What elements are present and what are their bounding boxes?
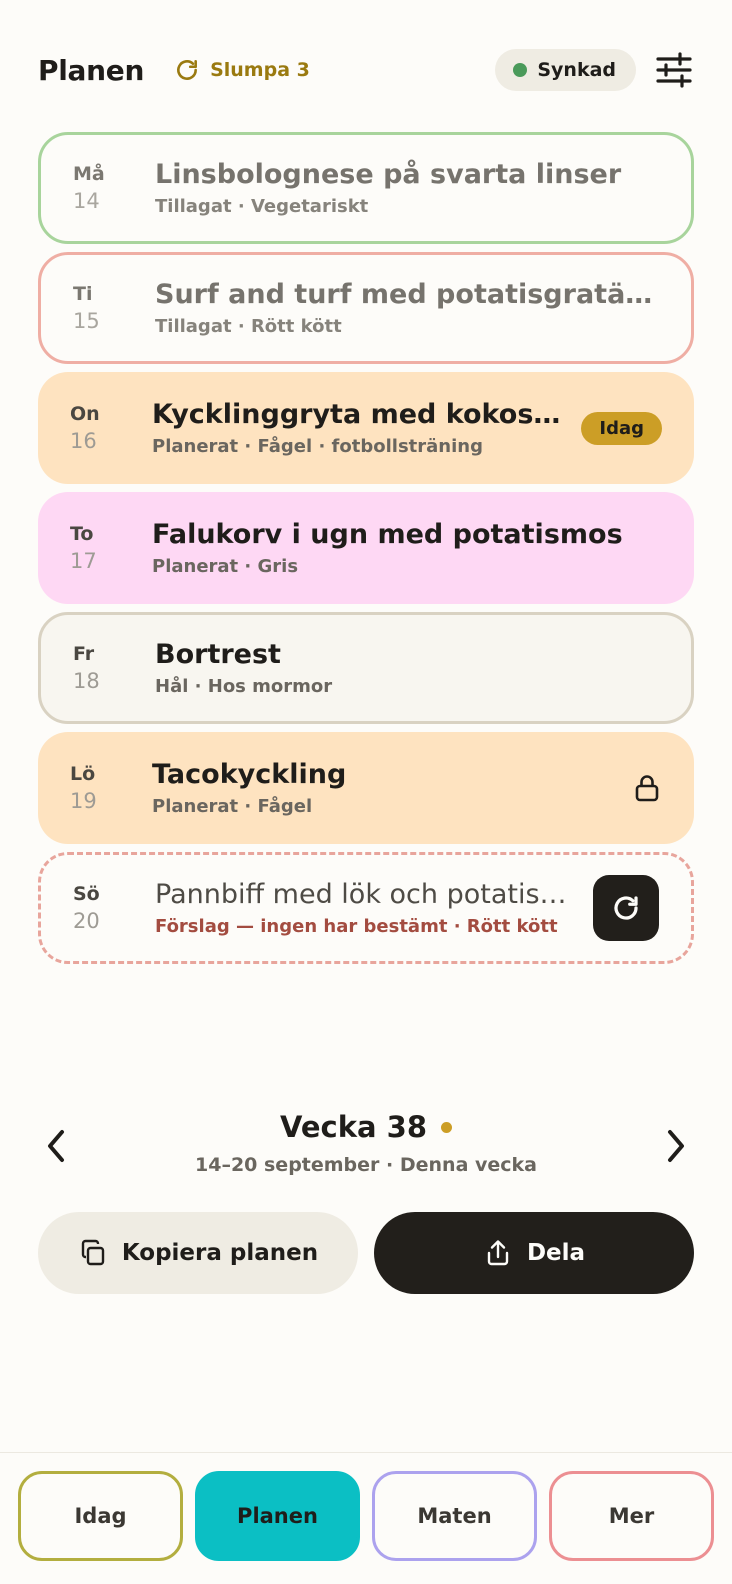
day-date: 20 [73, 909, 100, 933]
share-icon [487, 1240, 509, 1266]
day-row-thursday[interactable]: To 17 Falukorv i ugn med potatismos Plan… [38, 492, 694, 604]
bottom-tab-bar: Idag Planen Maten Mer [0, 1452, 732, 1584]
page-title: Planen [38, 53, 145, 87]
share-label: Dela [526, 1240, 586, 1266]
week-plan-list: Må 14 Linsbolognese på svarta linser Til… [38, 132, 694, 964]
plan-actions: Kopiera planen Dela [38, 1212, 694, 1294]
copy-plan-button[interactable]: Kopiera planen [38, 1212, 358, 1294]
lock-icon[interactable] [632, 773, 662, 803]
tab-maten[interactable]: Maten [372, 1471, 537, 1561]
day-row-wednesday[interactable]: On 16 Kycklinggryta med kokos och lime P… [38, 372, 694, 484]
day-name: On [70, 403, 100, 425]
current-week-dot-icon [441, 1121, 453, 1133]
sync-status-badge: Synkad [495, 49, 636, 91]
day-row-monday[interactable]: Må 14 Linsbolognese på svarta linser Til… [38, 132, 694, 244]
day-name: Lö [70, 763, 96, 785]
day-name: To [70, 523, 94, 545]
meal-details: Tillagat · Rött kött [155, 316, 342, 337]
shuffle-button[interactable]: Slumpa 3 [174, 57, 310, 83]
week-navigation: Vecka 38 14–20 september · Denna vecka [38, 1110, 694, 1188]
tab-idag[interactable]: Idag [18, 1471, 183, 1561]
share-button[interactable]: Dela [374, 1212, 694, 1294]
day-date: 18 [73, 669, 100, 693]
reroll-button[interactable] [593, 875, 659, 941]
meal-title: Surf and turf med potatisgratäng [155, 279, 659, 310]
today-badge: Idag [581, 411, 662, 445]
day-row-saturday[interactable]: Lö 19 Tacokyckling Planerat · Fågel [38, 732, 694, 844]
day-date: 17 [70, 549, 97, 573]
tab-planen[interactable]: Planen [195, 1471, 360, 1561]
day-row-sunday[interactable]: Sö 20 Pannbiff med lök och potatismos Fö… [38, 852, 694, 964]
day-name: Fr [73, 643, 95, 665]
day-name: Ti [73, 283, 93, 305]
day-date: 19 [70, 789, 97, 813]
chevron-right-icon[interactable] [654, 1124, 694, 1168]
meal-details: Planerat · Fågel · fotbollsträning [152, 436, 483, 457]
week-label: Vecka 38 [279, 1110, 428, 1144]
day-row-friday[interactable]: Fr 18 Bortrest Hål · Hos mormor [38, 612, 694, 724]
meal-details: Planerat · Gris [152, 556, 299, 577]
week-title: Vecka 38 [279, 1110, 453, 1144]
meal-title: Kycklinggryta med kokos och lime [152, 399, 563, 430]
meal-title: Bortrest [155, 639, 281, 670]
meal-title: Falukorv i ugn med potatismos [152, 519, 623, 550]
copy-plan-label: Kopiera planen [121, 1240, 319, 1266]
day-row-tuesday[interactable]: Ti 15 Surf and turf med potatisgratäng T… [38, 252, 694, 364]
meal-details: Hål · Hos mormor [155, 676, 333, 697]
day-date: 15 [73, 309, 100, 333]
day-name: Må [73, 163, 105, 185]
header: Planen Slumpa 3 Synkad [38, 44, 694, 96]
meal-details: Förslag — ingen har bestämt · Rött kött [155, 916, 558, 937]
tab-mer[interactable]: Mer [549, 1471, 714, 1561]
shuffle-label: Slumpa 3 [210, 59, 310, 81]
day-date: 16 [70, 429, 97, 453]
copy-icon [81, 1239, 105, 1266]
meal-details: Planerat · Fågel [152, 796, 313, 817]
meal-title: Tacokyckling [152, 759, 347, 790]
sync-dot-icon [513, 63, 528, 77]
week-range: 14–20 september · Denna vecka [195, 1154, 537, 1176]
refresh-icon [177, 60, 198, 80]
day-name: Sö [73, 883, 100, 905]
sliders-icon[interactable] [654, 50, 694, 90]
meal-details: Tillagat · Vegetariskt [155, 196, 369, 217]
day-date: 14 [73, 189, 100, 213]
meal-title: Pannbiff med lök och potatismos [155, 879, 575, 910]
sync-label: Synkad [537, 59, 616, 81]
meal-title: Linsbolognese på svarta linser [155, 159, 622, 190]
refresh-icon [614, 896, 638, 920]
